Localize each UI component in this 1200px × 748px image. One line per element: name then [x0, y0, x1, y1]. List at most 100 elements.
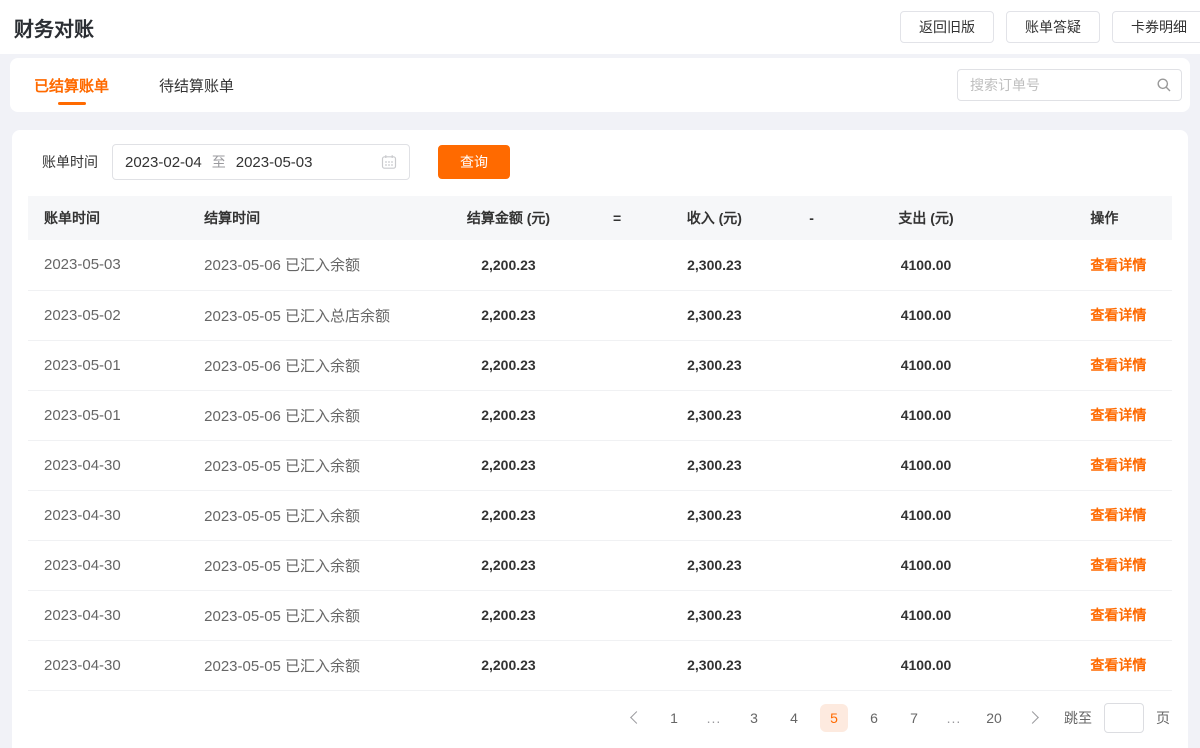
settle-amount: 2,200.23: [440, 490, 577, 540]
view-detail-link[interactable]: 查看详情: [1090, 657, 1146, 673]
income: 2,300.23: [657, 640, 771, 690]
table-row: 2023-05-03 2023-05-06 已汇入余额 2,200.23 2,3…: [28, 240, 1172, 290]
bill-date: 2023-05-02: [28, 290, 188, 340]
table-row: 2023-05-02 2023-05-05 已汇入总店余额 2,200.23 2…: [28, 290, 1172, 340]
income: 2,300.23: [657, 340, 771, 390]
date-range-separator: 至: [212, 152, 226, 172]
card-coupon-detail-button[interactable]: 卡券明细: [1112, 11, 1200, 43]
pagination: 1 ... 3 4 5 6 7 ... 20 跳至 页: [28, 691, 1172, 745]
page-title: 财务对账: [14, 13, 94, 42]
expense: 4100.00: [852, 390, 1001, 440]
settle-time: 2023-05-06 已汇入余额: [188, 240, 440, 290]
settle-amount: 2,200.23: [440, 640, 577, 690]
view-detail-link[interactable]: 查看详情: [1090, 507, 1146, 523]
settle-time: 2023-05-06 已汇入余额: [188, 390, 440, 440]
jump-to-label: 跳至: [1064, 708, 1092, 728]
settle-time: 2023-05-05 已汇入余额: [188, 490, 440, 540]
page-5-current[interactable]: 5: [820, 704, 848, 732]
page-1[interactable]: 1: [660, 704, 688, 732]
bill-faq-button[interactable]: 账单答疑: [1006, 11, 1100, 43]
income: 2,300.23: [657, 290, 771, 340]
settle-time: 2023-05-05 已汇入余额: [188, 440, 440, 490]
expense: 4100.00: [852, 440, 1001, 490]
ellipsis-right: ...: [940, 704, 968, 732]
tabs-card: 已结算账单 待结算账单: [10, 58, 1190, 112]
view-detail-link[interactable]: 查看详情: [1090, 457, 1146, 473]
table-row: 2023-04-30 2023-05-05 已汇入余额 2,200.23 2,3…: [28, 490, 1172, 540]
bill-date: 2023-04-30: [28, 590, 188, 640]
settle-amount: 2,200.23: [440, 540, 577, 590]
col-minus-sign: -: [772, 196, 852, 240]
col-income: 收入 (元): [657, 196, 771, 240]
expense: 4100.00: [852, 290, 1001, 340]
settle-time: 2023-05-05 已汇入余额: [188, 590, 440, 640]
settle-amount: 2,200.23: [440, 390, 577, 440]
col-settle-time: 结算时间: [188, 196, 440, 240]
date-range-picker[interactable]: 2023-02-04 至 2023-05-03: [112, 144, 410, 180]
settled-bills-panel: 账单时间 2023-02-04 至 2023-05-03 查询: [12, 130, 1188, 748]
tab-settled-bills[interactable]: 已结算账单: [34, 58, 109, 112]
page-unit-label: 页: [1156, 708, 1170, 728]
back-to-old-version-button[interactable]: 返回旧版: [900, 11, 994, 43]
settle-amount: 2,200.23: [440, 240, 577, 290]
ellipsis-left: ...: [700, 704, 728, 732]
settle-time: 2023-05-05 已汇入余额: [188, 540, 440, 590]
order-search: [957, 69, 1182, 101]
date-start-value[interactable]: 2023-02-04: [125, 154, 202, 171]
page-3[interactable]: 3: [740, 704, 768, 732]
bill-date: 2023-05-03: [28, 240, 188, 290]
view-detail-link[interactable]: 查看详情: [1090, 557, 1146, 573]
query-button[interactable]: 查询: [438, 145, 510, 179]
search-order-input[interactable]: [957, 69, 1182, 101]
tab-unsettled-bills[interactable]: 待结算账单: [159, 58, 234, 112]
settle-amount: 2,200.23: [440, 340, 577, 390]
next-page-icon[interactable]: [1020, 704, 1048, 732]
view-detail-link[interactable]: 查看详情: [1090, 307, 1146, 323]
col-expense: 支出 (元): [852, 196, 1001, 240]
date-end-value[interactable]: 2023-05-03: [236, 154, 313, 171]
expense: 4100.00: [852, 240, 1001, 290]
view-detail-link[interactable]: 查看详情: [1090, 257, 1146, 273]
bill-date: 2023-04-30: [28, 640, 188, 690]
prev-page-icon[interactable]: [620, 704, 648, 732]
view-detail-link[interactable]: 查看详情: [1090, 607, 1146, 623]
table-row: 2023-04-30 2023-05-05 已汇入余额 2,200.23 2,3…: [28, 440, 1172, 490]
expense: 4100.00: [852, 340, 1001, 390]
bill-time-label: 账单时间: [42, 152, 98, 172]
expense: 4100.00: [852, 490, 1001, 540]
page-7[interactable]: 7: [900, 704, 928, 732]
income: 2,300.23: [657, 240, 771, 290]
table-row: 2023-04-30 2023-05-05 已汇入余额 2,200.23 2,3…: [28, 540, 1172, 590]
view-detail-link[interactable]: 查看详情: [1090, 407, 1146, 423]
search-icon[interactable]: [1156, 77, 1172, 93]
bill-date: 2023-05-01: [28, 340, 188, 390]
view-detail-link[interactable]: 查看详情: [1090, 357, 1146, 373]
calendar-icon: [381, 154, 397, 170]
income: 2,300.23: [657, 440, 771, 490]
settle-amount: 2,200.23: [440, 590, 577, 640]
col-bill-time: 账单时间: [28, 196, 188, 240]
table-row: 2023-05-01 2023-05-06 已汇入余额 2,200.23 2,3…: [28, 390, 1172, 440]
table-row: 2023-04-30 2023-05-05 已汇入余额 2,200.23 2,3…: [28, 640, 1172, 690]
bill-date: 2023-04-30: [28, 440, 188, 490]
settle-time: 2023-05-05 已汇入总店余额: [188, 290, 440, 340]
bill-date: 2023-04-30: [28, 490, 188, 540]
table-row: 2023-05-01 2023-05-06 已汇入余额 2,200.23 2,3…: [28, 340, 1172, 390]
page-6[interactable]: 6: [860, 704, 888, 732]
table-header-row: 账单时间 结算时间 结算金额 (元) = 收入 (元) - 支出 (元) 操作: [28, 196, 1172, 240]
settle-time: 2023-05-06 已汇入余额: [188, 340, 440, 390]
expense: 4100.00: [852, 640, 1001, 690]
expense: 4100.00: [852, 590, 1001, 640]
table-row: 2023-04-30 2023-05-05 已汇入余额 2,200.23 2,3…: [28, 590, 1172, 640]
expense: 4100.00: [852, 540, 1001, 590]
jump-page-input[interactable]: [1104, 703, 1144, 733]
col-equals-sign: =: [577, 196, 657, 240]
filter-row: 账单时间 2023-02-04 至 2023-05-03 查询: [42, 144, 1172, 180]
page-4[interactable]: 4: [780, 704, 808, 732]
income: 2,300.23: [657, 540, 771, 590]
col-settle-amount: 结算金额 (元): [440, 196, 577, 240]
income: 2,300.23: [657, 590, 771, 640]
top-bar: 财务对账 返回旧版 账单答疑 卡券明细: [0, 0, 1200, 54]
col-actions: 操作: [1000, 196, 1172, 240]
page-20[interactable]: 20: [980, 704, 1008, 732]
